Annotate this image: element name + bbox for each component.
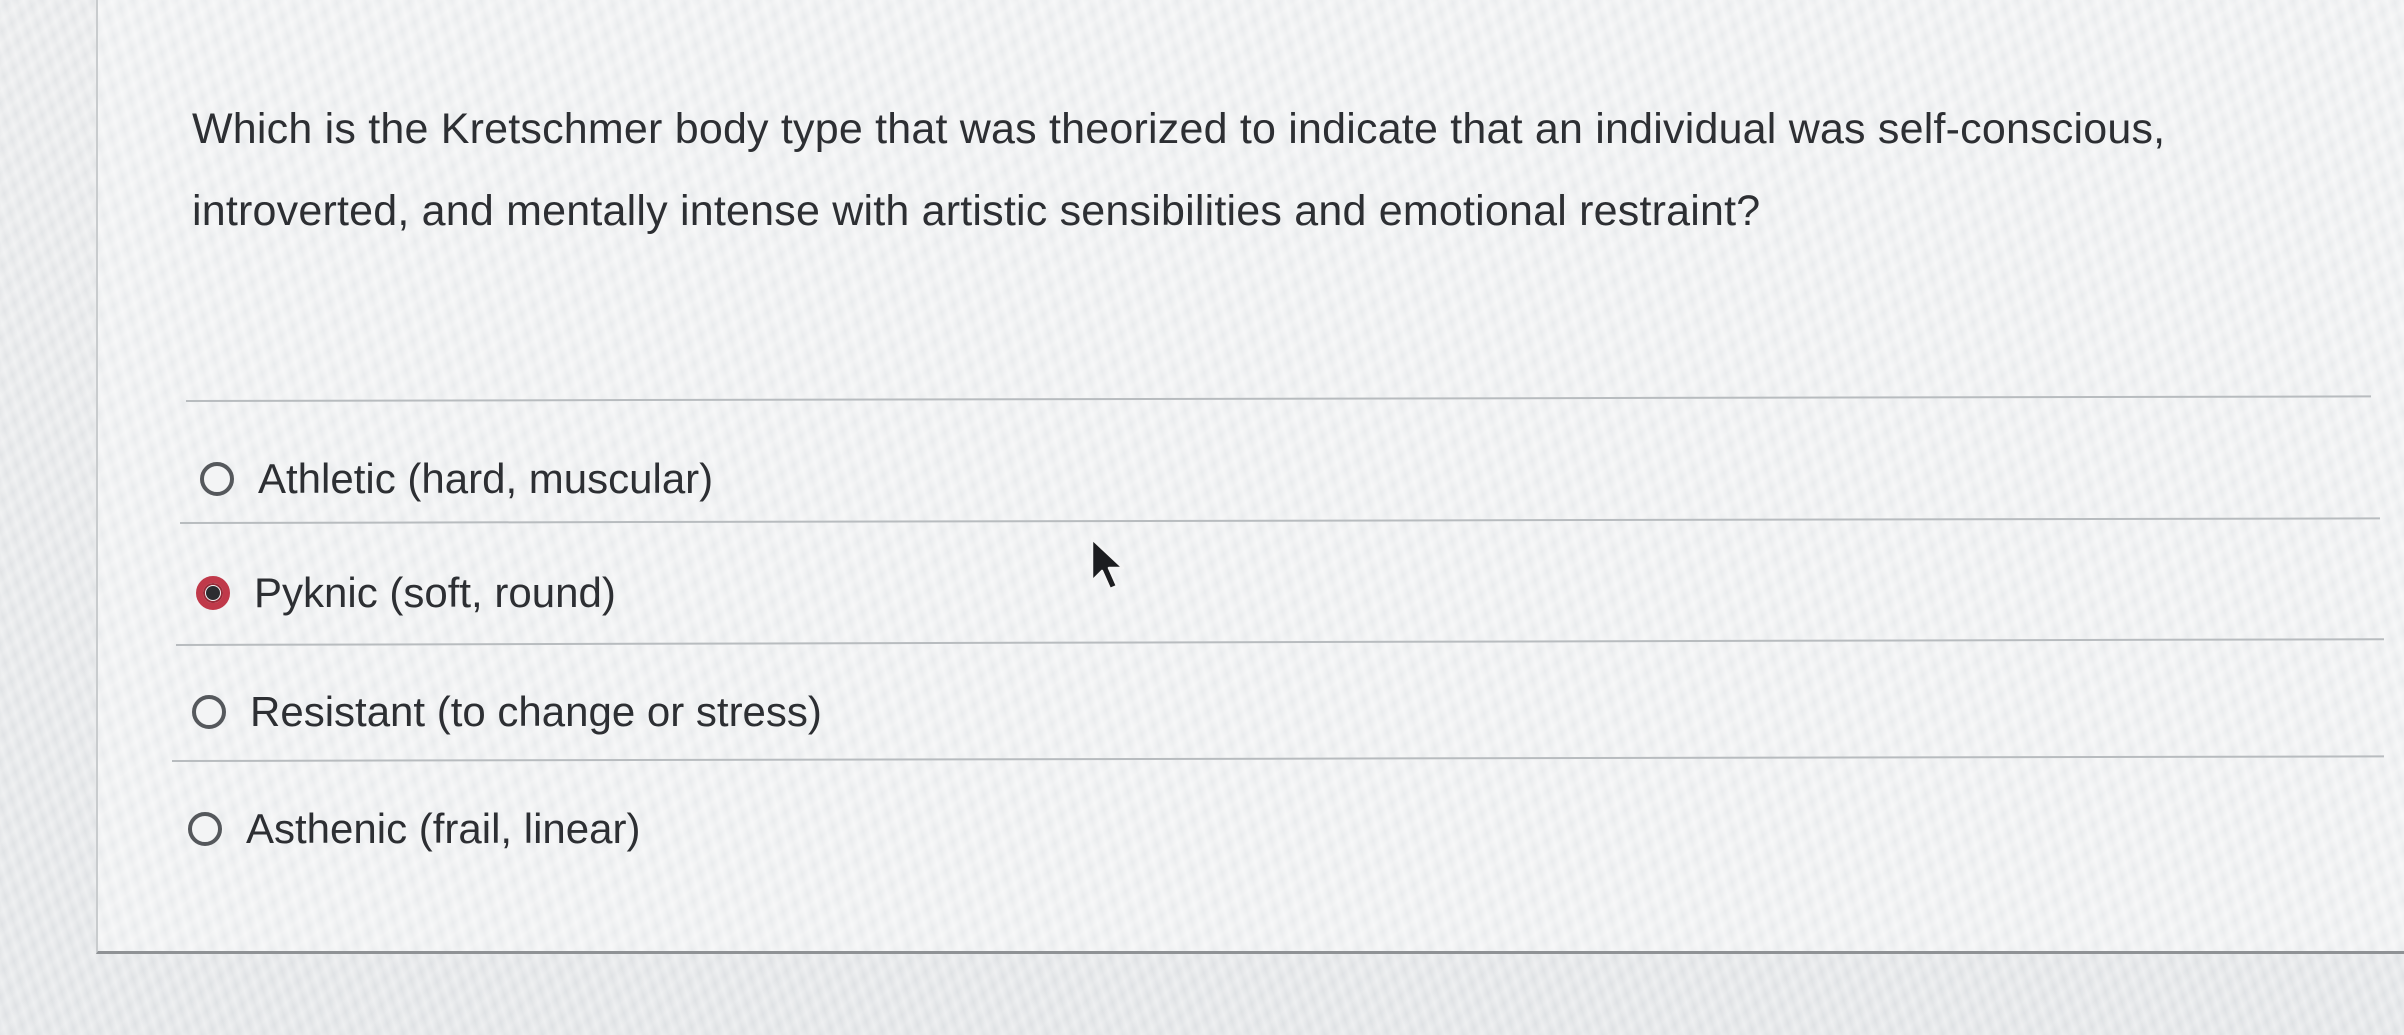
option-athletic[interactable]: Athletic (hard, muscular) xyxy=(200,444,713,514)
option-label: Resistant (to change or stress) xyxy=(250,688,822,735)
option-label: Pyknic (soft, round) xyxy=(254,569,616,616)
option-label: Athletic (hard, muscular) xyxy=(258,455,714,502)
question-text: Which is the Kretschmer body type that w… xyxy=(192,105,2166,235)
mouse-pointer-icon xyxy=(1090,537,1125,591)
radio-athletic[interactable] xyxy=(200,462,234,496)
radio-resistant[interactable] xyxy=(192,695,226,729)
option-pyknic[interactable]: Pyknic (soft, round) xyxy=(196,558,616,628)
radio-asthenic[interactable] xyxy=(188,812,222,846)
option-asthenic[interactable]: Asthenic (frail, linear) xyxy=(188,794,640,864)
radio-pyknic-selected[interactable] xyxy=(196,576,230,610)
option-resistant[interactable]: Resistant (to change or stress) xyxy=(192,677,822,747)
option-label: Asthenic (frail, linear) xyxy=(246,805,641,852)
